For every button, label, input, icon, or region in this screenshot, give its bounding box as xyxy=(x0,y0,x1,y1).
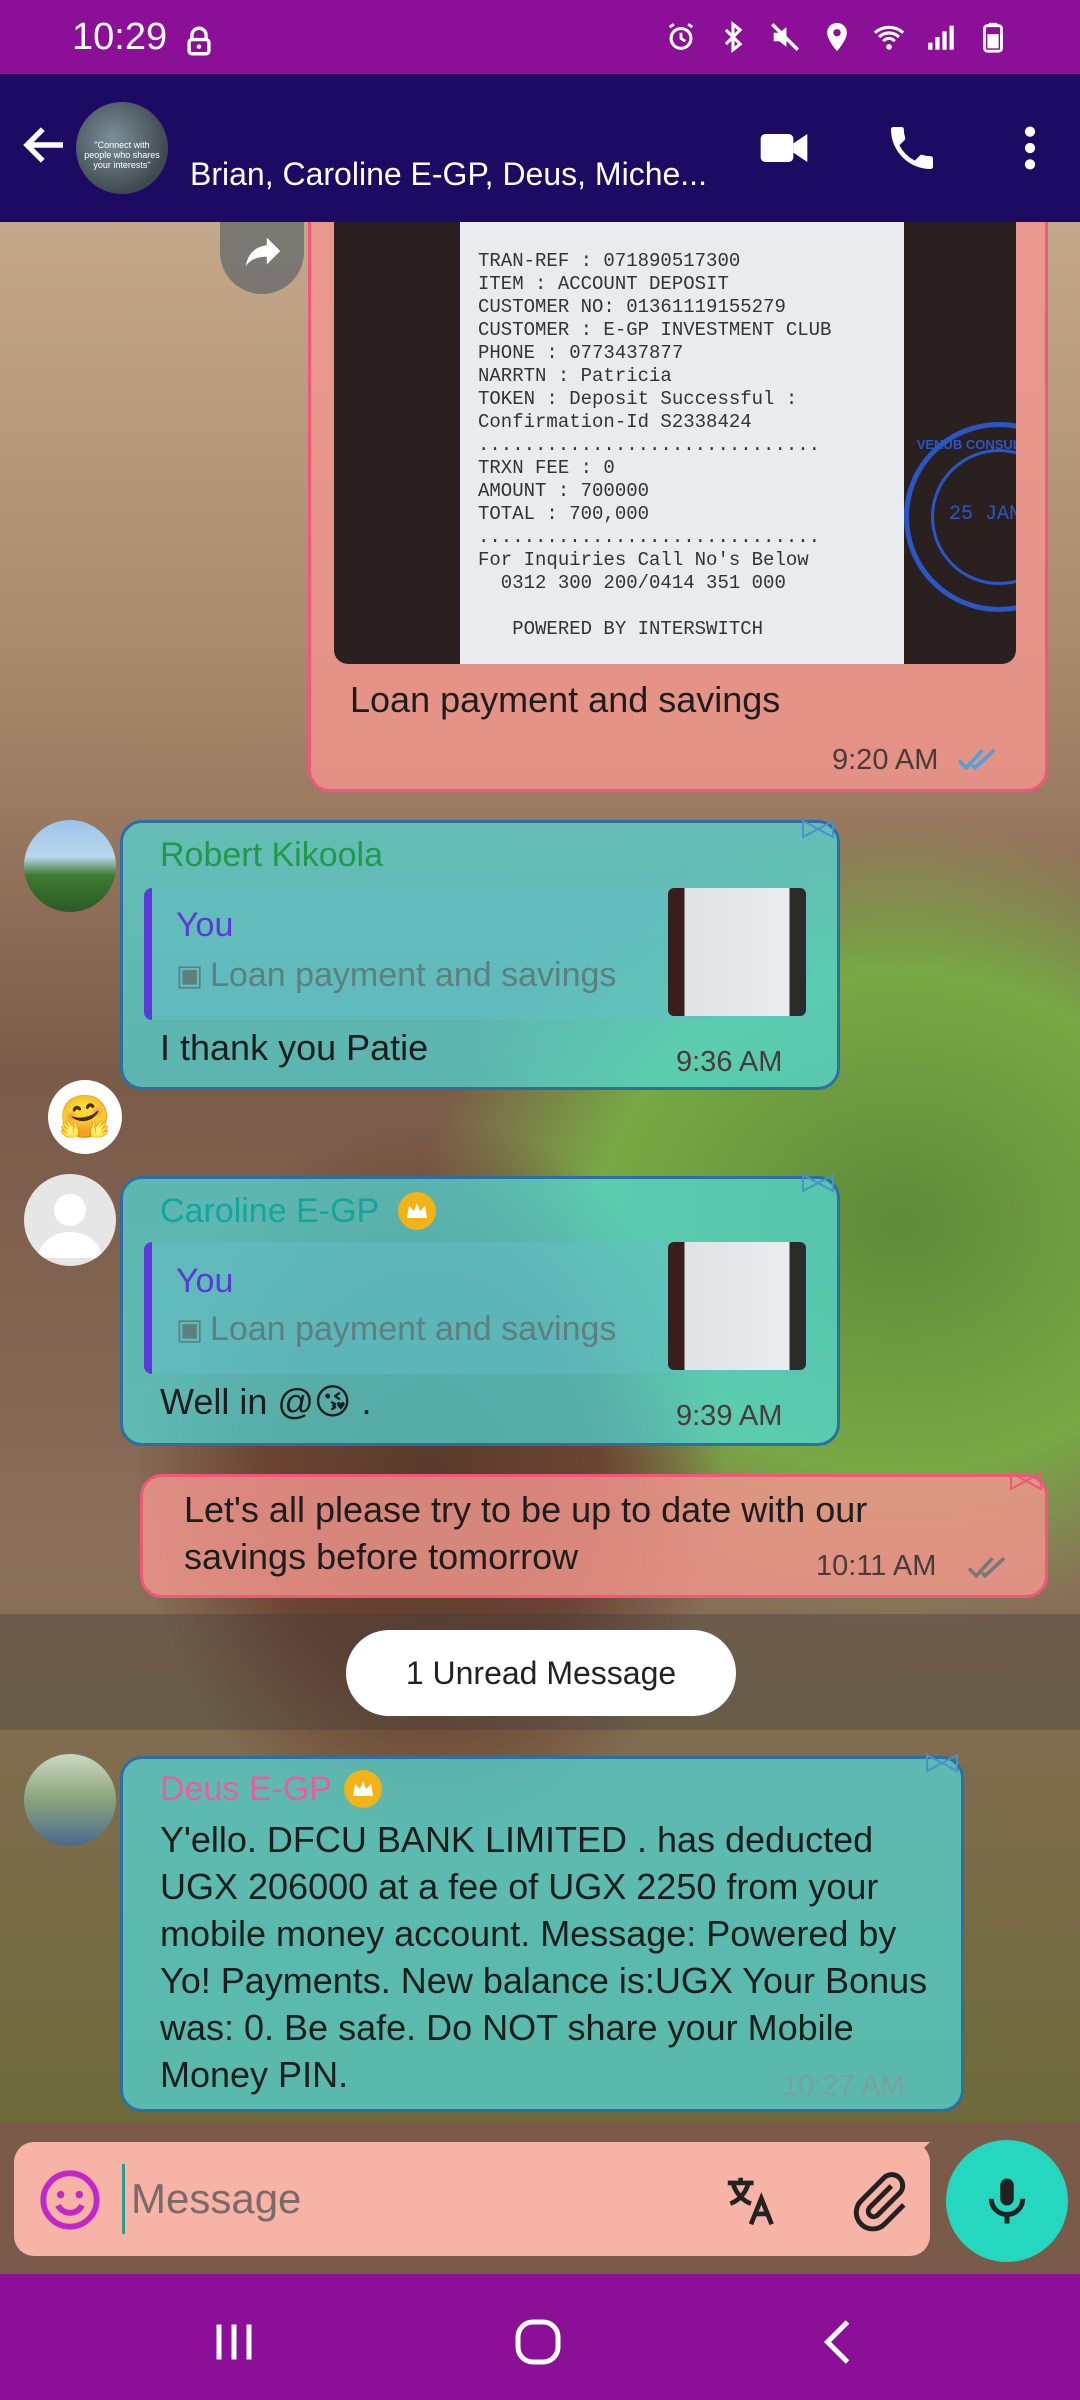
lock-icon xyxy=(187,26,211,56)
quote-text: Loan payment and savings xyxy=(210,956,617,994)
mute-icon xyxy=(771,23,799,51)
message-caption: Loan payment and savings xyxy=(350,679,781,720)
read-ticks-icon xyxy=(957,748,996,771)
company-stamp: 25 JAN 2023 VENUB CONSULT LIMITED xyxy=(904,422,1016,612)
sender-name[interactable]: Deus E-GP xyxy=(160,1770,332,1809)
image-icon: ▣ xyxy=(176,1314,204,1346)
message-time: 9:36 AM xyxy=(676,1046,783,1078)
back-arrow-icon[interactable] xyxy=(18,118,72,172)
back-nav-icon[interactable] xyxy=(810,2312,870,2372)
message-text: I thank you Patie xyxy=(160,1027,429,1068)
wifi-icon xyxy=(873,25,905,50)
message-time: 10:27 AM xyxy=(782,2070,905,2102)
receipt-text: TRAN-REF : 071890517300 ITEM : ACCOUNT D… xyxy=(460,222,904,664)
status-icons xyxy=(664,20,1010,54)
sender-name[interactable]: Caroline E-GP xyxy=(160,1192,379,1231)
avatar[interactable] xyxy=(24,1174,116,1266)
emoji-icon[interactable] xyxy=(38,2168,102,2232)
receipt-image[interactable]: TRAN-REF : 071890517300 ITEM : ACCOUNT D… xyxy=(334,222,1016,664)
message-input[interactable] xyxy=(122,2164,682,2234)
avatar[interactable] xyxy=(24,1754,116,1846)
microphone-icon xyxy=(988,2178,1026,2224)
bluetooth-icon xyxy=(724,21,743,53)
forward-icon xyxy=(245,237,281,267)
home-icon[interactable] xyxy=(508,2312,568,2372)
group-title[interactable]: Brian, Caroline E-GP, Deus, Miche... xyxy=(190,156,707,193)
message-text: Y'ello. DFCU BANK LIMITED . has deducted… xyxy=(160,1819,928,2095)
bow-decoration-icon xyxy=(926,1753,958,1773)
group-avatar[interactable]: "Connect with people who shares your int… xyxy=(76,102,168,194)
stamp-text: VENUB CONSULT LIMITED xyxy=(916,437,1016,452)
system-nav-bar xyxy=(0,2274,1080,2400)
signal-icon xyxy=(928,25,954,50)
location-icon xyxy=(827,22,847,52)
admin-crown-icon xyxy=(344,1770,382,1808)
quote-author: You xyxy=(176,906,234,944)
phone-call-icon[interactable] xyxy=(884,120,940,176)
alarm-icon xyxy=(668,23,694,50)
sender-name[interactable]: Robert Kikoola xyxy=(160,836,383,875)
group-avatar-caption: "Connect with people who shares your int… xyxy=(84,140,160,170)
image-icon: ▣ xyxy=(176,960,204,992)
message-time: 10:11 AM xyxy=(816,1550,937,1582)
avatar[interactable] xyxy=(24,820,116,912)
forward-button[interactable] xyxy=(220,222,304,294)
chat-area[interactable]: TRAN-REF : 071890517300 ITEM : ACCOUNT D… xyxy=(0,222,1080,2122)
default-avatar-icon xyxy=(38,1194,102,1258)
quote-thumbnail xyxy=(668,888,806,1016)
status-time: 10:29 xyxy=(72,16,168,58)
quote-text: Loan payment and savings xyxy=(210,1310,617,1348)
chat-header: "Connect with people who shares your int… xyxy=(0,74,1080,222)
delivered-ticks-icon xyxy=(967,1556,1006,1579)
bow-decoration-icon xyxy=(1010,1471,1042,1491)
message-reaction[interactable]: 🤗 xyxy=(48,1080,122,1154)
quote-thumbnail xyxy=(668,1242,806,1370)
message-time: 9:20 AM xyxy=(832,744,939,776)
bow-decoration-icon xyxy=(802,819,834,839)
status-bar: 10:29 xyxy=(0,0,1080,74)
attachment-icon[interactable] xyxy=(846,2168,912,2234)
unread-messages-label: 1 Unread Message xyxy=(346,1630,736,1716)
admin-crown-icon xyxy=(398,1192,436,1230)
translate-icon[interactable] xyxy=(720,2170,782,2232)
recent-apps-icon[interactable] xyxy=(204,2312,264,2372)
battery-icon xyxy=(983,22,1003,53)
voice-message-button[interactable] xyxy=(946,2140,1068,2262)
stamp-date: 25 JAN 2023 xyxy=(949,503,1016,526)
quote-author: You xyxy=(176,1262,234,1300)
message-text: Well in @😘 . xyxy=(160,1381,372,1422)
video-call-icon[interactable] xyxy=(756,120,812,176)
bow-decoration-icon xyxy=(802,1173,834,1193)
message-time: 9:39 AM xyxy=(676,1400,783,1432)
more-options-icon[interactable] xyxy=(1002,120,1058,176)
